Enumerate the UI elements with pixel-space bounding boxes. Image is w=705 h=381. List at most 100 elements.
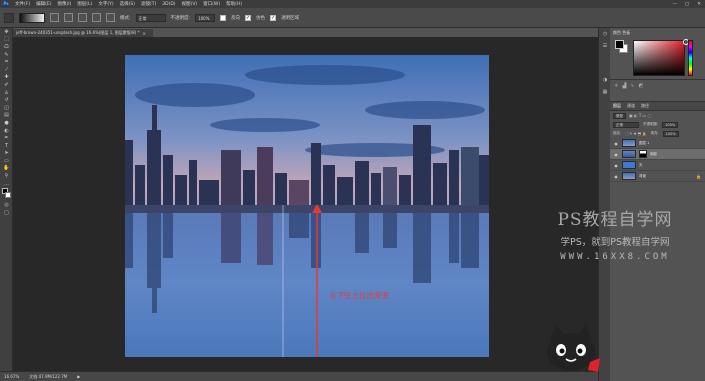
shoreline [125, 205, 489, 213]
brightness-icon[interactable]: ☀ [614, 83, 618, 89]
diamond-gradient-icon[interactable] [106, 13, 115, 22]
visibility-eye-icon[interactable]: ◉ [613, 141, 619, 146]
layer-opacity-input[interactable]: 100% [662, 121, 679, 128]
eyedropper-tool-icon[interactable]: ⁄ [0, 66, 13, 74]
dodge-tool-icon[interactable]: ◐ [0, 127, 13, 135]
menu-type[interactable]: 文字(Y) [98, 1, 113, 7]
layer-row-reflection[interactable]: ◉ 倒影 [610, 149, 705, 160]
menu-filter[interactable]: 滤镜(T) [141, 1, 156, 7]
tab-channels[interactable]: 通道 [627, 103, 635, 109]
exposure-icon[interactable]: ◩ [639, 83, 644, 89]
layer-opacity-label: 不透明度: [643, 122, 659, 126]
opacity-label: 不透明度: [170, 15, 191, 21]
color-panel-tabs[interactable]: 颜色 色板 [613, 30, 630, 36]
quick-mask-icon[interactable]: ◎ [0, 201, 13, 209]
watermark-slogan: 学PS，就到PS教程自学网 [560, 237, 670, 248]
path-select-icon[interactable]: ➤ [0, 150, 13, 158]
layer-thumbnail [622, 139, 636, 147]
layer-filter-row: 类型 ▣ ◐ T ▭ ⬚ [610, 111, 705, 120]
color-swatches[interactable] [0, 187, 13, 201]
layer-mask-thumbnail[interactable] [639, 150, 647, 158]
layer-row-background[interactable]: ◉ 背景 🔒 [610, 171, 705, 182]
healing-tool-icon[interactable]: ✚ [0, 74, 13, 82]
canvas-area[interactable]: 从下往上拉出渐变 [13, 38, 598, 371]
document-close-icon[interactable]: × [143, 31, 146, 36]
status-bar: 16.67% 文档:47.9M/122.7M ▶ [0, 371, 598, 381]
gradient-tool-icon[interactable]: ▤ [0, 112, 13, 120]
shape-tool-icon[interactable]: ▭ [0, 157, 13, 165]
menu-select[interactable]: 选择(S) [120, 1, 135, 7]
menu-help[interactable]: 帮助(H) [226, 1, 242, 7]
reverse-checkbox[interactable] [220, 14, 227, 21]
zoom-level[interactable]: 16.67% [4, 374, 19, 379]
more-tools-icon[interactable]: … [0, 180, 13, 188]
layer-name: 背景 [639, 173, 646, 178]
opacity-input[interactable]: 100% [195, 13, 216, 22]
mode-label: 模式: [120, 15, 131, 21]
close-icon[interactable]: ✕ [697, 2, 701, 7]
menu-3d[interactable]: 3D(D) [162, 2, 175, 7]
lasso-tool-icon[interactable]: ᗝ [0, 43, 13, 51]
tool-preset-icon[interactable] [4, 12, 14, 23]
visibility-eye-icon[interactable]: ◉ [613, 152, 619, 157]
fill-input[interactable]: 100% [662, 130, 679, 137]
menu-view[interactable]: 视图(V) [182, 1, 198, 7]
history-brush-icon[interactable]: ↺ [0, 96, 13, 104]
background-color[interactable] [5, 192, 11, 199]
marquee-tool-icon[interactable]: ⬚ [0, 36, 13, 44]
gradient-preview[interactable] [19, 12, 45, 23]
crop-tool-icon[interactable]: ⌗ [0, 58, 13, 66]
mode-select[interactable]: 正常 [135, 13, 166, 22]
reflected-gradient-icon[interactable] [92, 13, 101, 22]
pen-tool-icon[interactable]: ✒ [0, 134, 13, 142]
blend-row: 正常 不透明度: 100% [610, 120, 705, 129]
visibility-eye-icon[interactable]: ◉ [613, 174, 619, 179]
blend-mode-select[interactable]: 正常 [613, 121, 639, 128]
minimize-icon[interactable]: — [672, 2, 677, 7]
options-bar: 模式: 正常 不透明度: 100% 反向 ✓ 仿色 ✓ 透明区域 [0, 8, 705, 28]
dither-checkbox[interactable]: ✓ [245, 14, 252, 21]
brush-tool-icon[interactable]: ✐ [0, 81, 13, 89]
stamp-tool-icon[interactable]: ♙ [0, 89, 13, 97]
levels-icon[interactable]: ▟ [622, 83, 626, 89]
screen-mode-icon[interactable]: ▢ [0, 209, 13, 217]
dither-label: 仿色 [256, 15, 266, 21]
document-image[interactable]: 从下往上拉出渐变 [125, 55, 489, 357]
layer-row-layer1[interactable]: ◉ 图层 1 [610, 138, 705, 149]
menu-window[interactable]: 窗口(W) [203, 1, 220, 7]
filter-icons[interactable]: ▣ ◐ T ▭ ⬚ [629, 113, 651, 118]
menu-bar: Ps 文件(F) 编辑(E) 图像(I) 图层(L) 文字(Y) 选择(S) 滤… [0, 0, 705, 8]
maximize-icon[interactable]: ▢ [685, 2, 689, 7]
color-picker-field[interactable] [633, 39, 689, 76]
hue-slider[interactable] [688, 40, 693, 76]
linear-gradient-icon[interactable] [50, 13, 59, 22]
type-tool-icon[interactable]: T [0, 142, 13, 150]
radial-gradient-icon[interactable] [64, 13, 73, 22]
menu-file[interactable]: 文件(F) [15, 1, 30, 7]
quick-select-tool-icon[interactable]: ✎ [0, 51, 13, 59]
zoom-tool-icon[interactable]: ⚲ [0, 172, 13, 180]
tab-layers[interactable]: 图层 [613, 103, 621, 109]
menu-image[interactable]: 图像(I) [57, 1, 71, 7]
document-tab[interactable]: jeff-brown-240351-unsplash.jpg @ 16.6%(图… [13, 28, 153, 37]
transparency-checkbox[interactable]: ✓ [270, 14, 277, 21]
blur-tool-icon[interactable]: ● [0, 119, 13, 127]
transparency-label: 透明区域 [281, 15, 300, 21]
curves-icon[interactable]: ∿ [630, 83, 634, 89]
document-info: 文档:47.9M/122.7M [29, 373, 68, 379]
tools-panel: ✥ ⬚ ᗝ ✎ ⌗ ⁄ ✚ ✐ ♙ ↺ ◫ ▤ ● ◐ ✒ T ➤ ▭ ✋ ⚲ … [0, 28, 13, 381]
layer-kind-select[interactable]: 类型 [613, 112, 626, 119]
visibility-eye-icon[interactable]: ◉ [613, 163, 619, 168]
move-tool-icon[interactable]: ✥ [0, 28, 13, 36]
menu-layer[interactable]: 图层(L) [77, 1, 92, 7]
menu-edit[interactable]: 编辑(E) [36, 1, 51, 7]
status-arrow-icon[interactable]: ▶ [77, 374, 80, 379]
panel-foreground-color[interactable] [615, 40, 624, 49]
angle-gradient-icon[interactable] [78, 13, 87, 22]
tab-paths[interactable]: 路径 [641, 103, 649, 109]
hand-tool-icon[interactable]: ✋ [0, 165, 13, 173]
eraser-tool-icon[interactable]: ◫ [0, 104, 13, 112]
layer-row-sky[interactable]: ◉ 天 [610, 160, 705, 171]
layer-name: 图层 1 [639, 140, 650, 145]
lock-icons[interactable]: ⬚ ✎ ✥ ⬒ 🔒 [625, 132, 646, 136]
